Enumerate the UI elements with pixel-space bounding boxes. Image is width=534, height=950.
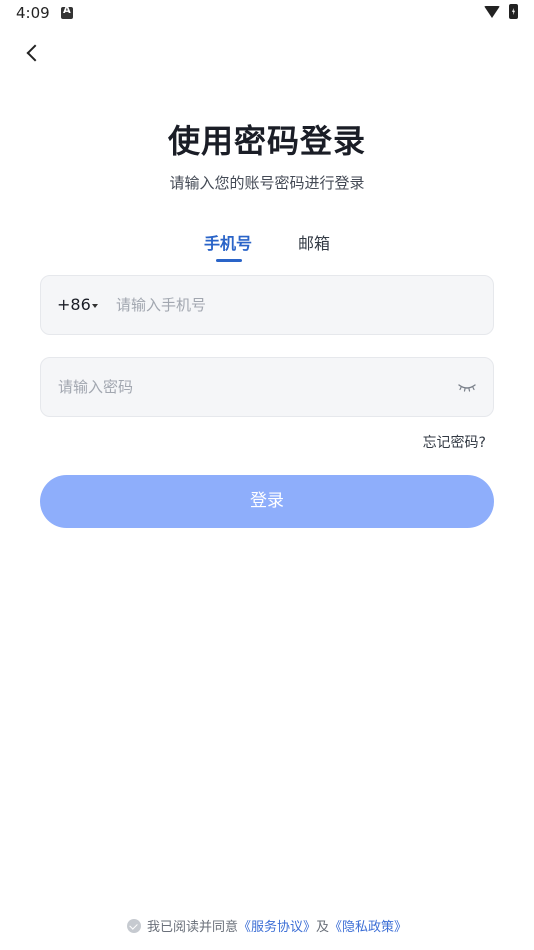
tab-phone[interactable]: 手机号 — [204, 230, 252, 254]
privacy-policy-link[interactable]: 《隐私政策》 — [329, 920, 407, 935]
agreement-conjunction: 及 — [316, 920, 330, 935]
back-button[interactable] — [18, 38, 48, 68]
password-field — [40, 357, 494, 417]
check-icon[interactable] — [126, 918, 141, 933]
login-button[interactable]: 登录 — [40, 475, 494, 528]
agreement-prefix: 我已阅读并同意 — [146, 920, 238, 935]
active-tab-indicator — [216, 259, 242, 262]
tab-email[interactable]: 邮箱 — [298, 230, 330, 254]
wifi-icon — [484, 6, 500, 18]
page-title: 使用密码登录 — [167, 122, 366, 160]
country-code-selector[interactable]: +86 — [57, 295, 91, 314]
caret-down-icon[interactable] — [92, 304, 98, 308]
login-page: 4:09 使用密码登录 请输入您的账号密码进行登录 手机号 邮箱 +86 忘记密… — [0, 0, 534, 950]
back-icon — [26, 44, 44, 62]
page-subtitle: 请输入您的账号密码进行登录 — [169, 174, 365, 192]
password-input[interactable] — [58, 358, 448, 416]
battery-icon — [509, 4, 518, 19]
service-agreement-link[interactable]: 《服务协议》 — [238, 920, 316, 935]
forgot-password-link[interactable]: 忘记密码? — [423, 432, 486, 452]
phone-field: +86 — [40, 275, 494, 335]
login-tabs: 手机号 邮箱 — [0, 230, 534, 264]
notification-a-icon — [61, 5, 73, 19]
agreement-row: 我已阅读并同意《服务协议》及《隐私政策》 — [0, 916, 534, 935]
status-bar: 4:09 — [0, 0, 534, 28]
phone-input[interactable] — [116, 276, 476, 334]
eye-closed-icon[interactable] — [457, 380, 477, 394]
status-time: 4:09 — [16, 4, 50, 22]
